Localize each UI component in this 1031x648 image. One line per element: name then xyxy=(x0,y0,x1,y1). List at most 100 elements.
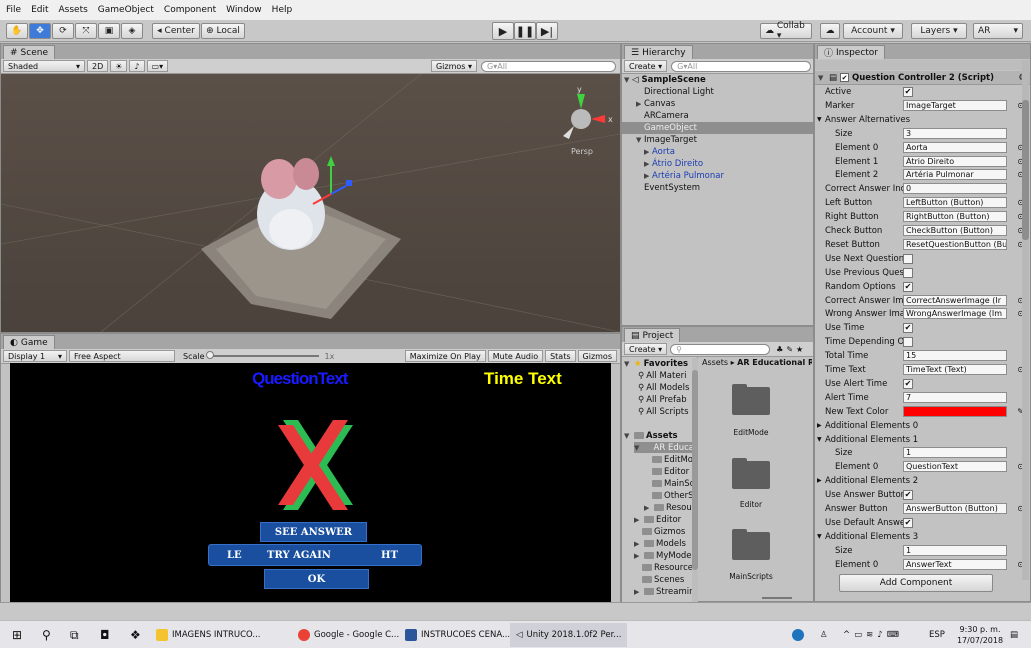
add-component-button[interactable]: Add Component xyxy=(839,574,993,592)
hierarchy-item[interactable]: ▶ Artéria Pulmonar xyxy=(622,170,813,182)
hierarchy-item[interactable]: ▶ Aorta xyxy=(622,146,813,158)
tree-scrollbar[interactable] xyxy=(692,358,698,602)
hierarchy-item[interactable]: Directional Light xyxy=(622,86,813,98)
foldout-label[interactable]: Answer Alternatives xyxy=(825,115,910,125)
tab-game[interactable]: ◐ Game xyxy=(3,335,55,349)
maximize-on-play-toggle[interactable]: Maximize On Play xyxy=(404,350,486,362)
menu-window[interactable]: Window xyxy=(226,5,262,15)
checkbox[interactable]: ✔ xyxy=(903,517,913,528)
expand-arrow-icon[interactable]: ▶ xyxy=(817,422,822,429)
hierarchy-item[interactable]: ▶ Canvas xyxy=(622,98,813,110)
account-dropdown[interactable]: Account ▾ xyxy=(843,23,903,39)
move-tool-button[interactable]: ✥ xyxy=(29,23,51,39)
tree-folder[interactable]: ▶ MyModels xyxy=(634,550,698,561)
menu-assets[interactable]: Assets xyxy=(59,5,88,15)
hierarchy-item-selected[interactable]: GameObject xyxy=(622,122,813,134)
shading-dropdown[interactable]: Shaded ▾ xyxy=(3,60,85,72)
project-create-dropdown[interactable]: Create ▾ xyxy=(624,343,668,355)
rotate-tool-button[interactable]: ⟳ xyxy=(52,23,74,39)
object-field[interactable]: CheckButton (Button) xyxy=(903,225,1007,236)
ok-button[interactable]: OK xyxy=(264,569,369,589)
expand-arrow-icon[interactable]: ▶ xyxy=(817,477,822,484)
assets-header[interactable]: ▼ Assets xyxy=(624,430,678,441)
pivot-center-button[interactable]: ◂ Center xyxy=(152,23,200,39)
tree-folder[interactable]: ▶ Resour xyxy=(644,502,695,513)
layout-dropdown[interactable]: AR ▾ xyxy=(973,23,1023,39)
object-field[interactable]: AnswerButton (Button) xyxy=(903,503,1007,514)
object-field[interactable]: 1 xyxy=(903,544,1007,556)
object-field[interactable]: ImageTarget xyxy=(903,99,1007,111)
icon-size-slider[interactable] xyxy=(762,597,792,599)
search-button[interactable]: ⚲ xyxy=(42,625,51,645)
component-enabled-checkbox[interactable]: ✔ xyxy=(840,73,850,82)
system-tray-icons[interactable]: ^ ▭ ≋ ♪ ⌨ xyxy=(843,625,899,645)
tree-folder[interactable]: ▶ Streamin xyxy=(634,586,695,597)
tree-folder[interactable]: OtherS xyxy=(652,490,694,501)
object-field[interactable]: LeftButton (Button) xyxy=(903,197,1007,209)
collab-button[interactable]: ☁ Collab ▾ xyxy=(760,21,812,41)
clock[interactable]: 9:30 p. m. 17/07/2018 xyxy=(954,624,1006,646)
pause-button[interactable]: ❚❚ xyxy=(514,22,536,40)
scene-viewport[interactable]: y x Persp xyxy=(0,73,621,333)
favorite-item[interactable]: ⚲ All Materi xyxy=(638,370,686,381)
inspector-scrollbar[interactable] xyxy=(1022,60,1029,580)
hand-tool-button[interactable]: ✋ xyxy=(6,23,28,39)
rect-tool-button[interactable]: ▣ xyxy=(98,23,120,39)
hierarchy-create-dropdown[interactable]: Create ▾ xyxy=(624,60,668,72)
object-field[interactable]: CorrectAnswerImage (Ir xyxy=(903,294,1007,306)
menu-help[interactable]: Help xyxy=(272,5,293,15)
checkbox[interactable]: ✔ xyxy=(903,87,913,97)
transform-tool-button[interactable]: ◈ xyxy=(121,23,143,39)
folder-mainscripts[interactable] xyxy=(732,529,770,560)
hierarchy-item[interactable]: ARCamera xyxy=(622,110,813,122)
foldout-label[interactable]: Additional Elements 2 xyxy=(825,476,918,486)
help-tray-icon[interactable] xyxy=(792,625,804,645)
checkbox[interactable] xyxy=(903,253,913,264)
component-header[interactable]: ▼ ▤ ✔ Question Controller 2 (Script) ⚙ xyxy=(815,71,1030,85)
project-search-input[interactable]: ⚲ xyxy=(670,343,771,355)
breadcrumb-current[interactable]: AR Educational R xyxy=(737,358,812,367)
favorite-item[interactable]: ⚲ All Prefab xyxy=(638,394,687,405)
favorite-star-icon[interactable]: ★ xyxy=(796,345,803,354)
game-gizmos-dropdown[interactable]: Gizmos xyxy=(577,350,617,362)
expand-arrow-icon[interactable]: ▼ xyxy=(817,116,822,123)
object-field[interactable]: WrongAnswerImage (Im xyxy=(903,308,1007,320)
filter-label-icon[interactable]: ✎ xyxy=(786,345,793,354)
object-field[interactable]: Artéria Pulmonar xyxy=(903,169,1007,181)
menu-component[interactable]: Component xyxy=(164,5,216,15)
favorite-item[interactable]: ⚲ All Models xyxy=(638,382,689,393)
scale-slider[interactable] xyxy=(205,351,319,359)
game-viewport[interactable]: QuestionText Time Text SEE ANSWER LE TRY… xyxy=(10,363,611,608)
tree-folder[interactable]: Resource xyxy=(642,562,693,573)
dropbox-button[interactable]: ❖ xyxy=(130,625,141,645)
filter-type-icon[interactable]: ♣ xyxy=(776,345,783,354)
foldout-label[interactable]: Additional Elements 3 xyxy=(825,532,918,542)
folder-editmode[interactable] xyxy=(732,384,770,415)
object-field[interactable]: Átrio Direito xyxy=(903,155,1007,167)
scene-root-item[interactable]: ▼ ◁ SampleScene xyxy=(622,74,813,86)
people-tray-icon[interactable]: ♙ xyxy=(820,625,828,645)
object-field[interactable]: QuestionText xyxy=(903,461,1007,473)
effects-toggle[interactable]: ▭▾ xyxy=(146,60,169,72)
taskbar-app-explorer[interactable]: IMAGENS INTRUCO... xyxy=(156,625,261,645)
tree-scrollbar-thumb[interactable] xyxy=(692,370,698,570)
right-button[interactable]: HT xyxy=(381,550,398,561)
foldout-label[interactable]: Additional Elements 0 xyxy=(825,421,918,431)
left-button[interactable]: LE xyxy=(227,550,242,561)
hierarchy-search-input[interactable]: G▾All xyxy=(671,60,812,72)
tree-folder-selected[interactable]: ▼ AR Educa xyxy=(634,442,694,453)
toggle-2d-button[interactable]: 2D xyxy=(87,60,109,72)
object-field[interactable]: TimeText (Text) xyxy=(903,364,1007,375)
checkbox[interactable]: ✔ xyxy=(903,281,913,292)
checkbox[interactable]: ✔ xyxy=(903,323,913,334)
scale-slider-handle[interactable] xyxy=(205,351,214,359)
tab-hierarchy[interactable]: ☰ Hierarchy xyxy=(624,45,693,59)
display-dropdown[interactable]: Display 1 ▾ xyxy=(3,350,67,362)
taskbar-app-unity[interactable]: ◁ Unity 2018.1.0f2 Per... xyxy=(510,623,628,647)
object-field[interactable]: RightButton (Button) xyxy=(903,211,1007,223)
checkbox[interactable] xyxy=(903,337,913,348)
object-field[interactable]: 15 xyxy=(903,350,1007,362)
tab-scene[interactable]: # Scene xyxy=(3,45,55,59)
menu-edit[interactable]: Edit xyxy=(31,5,48,15)
favorites-header[interactable]: ▼ ★ Favorites xyxy=(624,358,688,369)
